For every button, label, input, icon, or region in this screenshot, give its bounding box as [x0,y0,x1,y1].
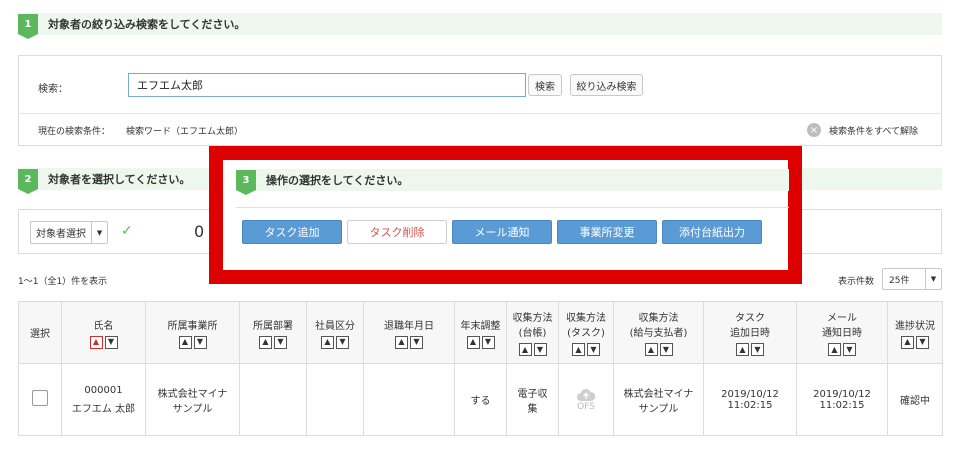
divider [236,207,789,208]
current-condition-value: 検索ワード（エフエム太郎） [126,127,244,137]
office-change-button[interactable]: 事業所変更 [557,220,657,244]
chevron-down-icon: ▼ [925,269,941,289]
header-retire-date: 退職年月日 ▲ ▼ [363,301,455,364]
row-progress-cell: 確認中 [887,363,943,436]
current-condition-label: 現在の検索条件： [38,127,111,137]
clear-icon[interactable]: × [807,123,821,137]
row-collect-task-cell: OFS [558,363,614,436]
chevron-down-icon: ▼ [91,222,107,243]
header-dept: 所属部署 ▲ ▼ [239,301,307,364]
sort-desc-icon[interactable]: ▼ [274,335,287,349]
search-input[interactable]: エフエム太郎 [128,73,526,97]
sort-desc-icon[interactable]: ▼ [410,335,423,349]
sort-desc-icon[interactable]: ▼ [336,335,349,349]
header-mail-date: メール 通知日時 ▲ ▼ [796,301,888,364]
header-name: 氏名 ▲ ▼ [61,301,146,364]
row-select-cell [18,363,62,436]
per-page-label: 表示件数 [838,277,875,287]
sort-asc-icon[interactable]: ▲ [828,343,841,356]
sort-asc-icon[interactable]: ▲ [901,335,914,349]
sort-asc-icon[interactable]: ▲ [518,343,532,356]
sort-desc-icon[interactable]: ▼ [587,343,600,356]
sort-asc-icon[interactable]: ▲ [321,335,334,349]
target-select-label: 対象者選択 [36,229,86,240]
row-mail-date-cell: 2019/10/12 11:02:15 [796,363,888,436]
header-collect-task: 収集方法 (タスク) ▲ ▼ [558,301,614,364]
sort-desc-icon[interactable]: ▼ [104,335,118,349]
sort-desc-icon[interactable]: ▼ [751,343,764,356]
table-header-row: 選択 氏名 ▲ ▼ 所属事業所 ▲ ▼ 所属部署 ▲ ▼ 社員区分 ▲ ▼ 退職年月日 ▲ ▼ 年末… [18,301,943,364]
per-page-value: 25件 [889,275,910,286]
sort-asc-icon[interactable]: ▲ [395,335,408,349]
header-yearend: 年末調整 ▲ ▼ [454,301,507,364]
step3-number: 3 [236,170,256,195]
selected-count: 0 [194,222,205,241]
step3-title: 操作の選択をしてください。 [266,174,409,187]
sort-desc-icon[interactable]: ▼ [533,343,547,356]
sort-asc-icon[interactable]: ▲ [466,335,480,349]
mail-notify-button[interactable]: メール通知 [452,220,552,244]
step2-title: 対象者を選択してください。 [48,173,191,186]
sort-desc-icon[interactable]: ▼ [916,335,929,349]
per-page-select[interactable]: 25件 ▼ [882,268,942,290]
filter-search-button[interactable]: 絞り込み検索 [570,74,643,96]
row-yearend-cell: する [454,363,507,436]
header-task-date: タスク 追加日時 ▲ ▼ [703,301,797,364]
sort-desc-icon[interactable]: ▼ [659,343,673,356]
sort-desc-icon[interactable]: ▼ [843,343,856,356]
row-dept-cell [239,363,307,436]
step2-number: 2 [18,169,38,194]
header-select: 選択 [18,301,62,364]
sort-asc-icon[interactable]: ▲ [259,335,272,349]
sort-asc-icon[interactable]: ▲ [736,343,749,356]
sort-desc-icon[interactable]: ▼ [193,335,207,349]
search-button[interactable]: 検索 [528,74,562,96]
sort-asc-icon[interactable]: ▲ [572,343,585,356]
operation-highlight-frame: 3 操作の選択をしてください。 タスク追加 タスク削除 メール通知 事業所変更 … [209,146,802,284]
header-collect-ledger: 収集方法 (台帳) ▲ ▼ [506,301,559,364]
table-row: 000001 エフエム 太郎 株式会社マイナ サンプル する 電子収集 OFS 株式… [18,363,943,436]
header-office: 所属事業所 ▲ ▼ [145,301,240,364]
row-office-cell: 株式会社マイナ サンプル [145,363,240,436]
sort-asc-icon[interactable]: ▲ [89,335,103,349]
sort-desc-icon[interactable]: ▼ [481,335,495,349]
step1-number: 1 [18,14,38,39]
header-progress: 進捗状況 ▲ ▼ [887,301,943,364]
search-panel: 検索： エフエム太郎 検索 絞り込み検索 現在の検索条件： 検索ワード（エフエム… [18,55,942,146]
list-range-text: 1〜1（全1）件を表示 [18,277,108,287]
row-checkbox[interactable] [32,390,48,406]
row-emp-type-cell [306,363,364,436]
row-collect-ledger-cell: 電子収集 [506,363,559,436]
step3-header: 3 操作の選択をしてください。 [236,169,789,195]
step1-header: 1 対象者の絞り込み検索をしてください。 [18,13,942,39]
row-collect-payer-cell: 株式会社マイナ サンプル [613,363,704,436]
row-retire-cell [363,363,455,436]
add-task-button[interactable]: タスク追加 [242,220,342,244]
search-label: 検索： [38,84,68,95]
sort-asc-icon[interactable]: ▲ [644,343,658,356]
cloud-upload-icon [559,388,613,402]
employee-table: 選択 氏名 ▲ ▼ 所属事業所 ▲ ▼ 所属部署 ▲ ▼ 社員区分 ▲ ▼ 退職年月日 ▲ ▼ 年末… [18,301,943,436]
clear-conditions-link[interactable]: 検索条件をすべて解除 [829,124,918,137]
step1-title: 対象者の絞り込み検索をしてください。 [48,18,246,31]
header-collect-payer: 収集方法 (給与支払者) ▲ ▼ [613,301,704,364]
row-task-date-cell: 2019/10/12 11:02:15 [703,363,797,436]
attachment-output-button[interactable]: 添付台紙出力 [662,220,762,244]
row-name-cell: 000001 エフエム 太郎 [61,363,146,436]
check-icon: ✓ [121,223,133,239]
delete-task-button[interactable]: タスク削除 [347,220,447,244]
target-select[interactable]: 対象者選択 ▼ [30,221,108,244]
sort-asc-icon[interactable]: ▲ [178,335,192,349]
header-emp-type: 社員区分 ▲ ▼ [306,301,364,364]
divider [19,113,941,114]
